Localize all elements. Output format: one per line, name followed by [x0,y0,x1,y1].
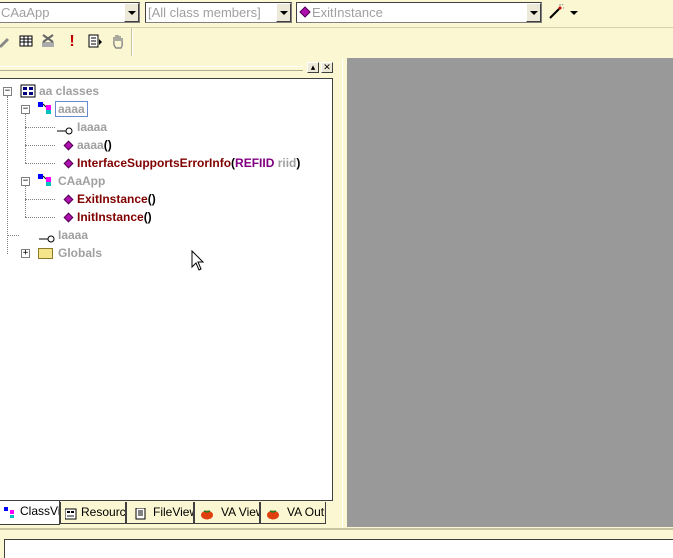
method-icon [63,212,74,223]
tab-va-view[interactable]: VA View [194,502,260,524]
project-icon [20,84,36,101]
list-icon [88,34,102,48]
param-name: riid [277,156,297,170]
tree-line [25,145,55,146]
class-view-tree[interactable]: − aa classes − aaaa Iaaaa aaaa() Interfa… [0,78,333,501]
class-icon [37,173,55,190]
tab-label: VA Outl [287,505,326,519]
mouse-pointer-icon [191,249,205,275]
param-close-paren: ) [296,156,301,170]
output-pane[interactable] [4,539,673,558]
tab-label: VA View [221,505,259,519]
interface-icon [39,232,55,246]
pane-close-button[interactable]: ✕ [321,62,333,73]
tab-label: FileView [153,505,194,519]
chevron-down-icon [570,11,578,15]
tree-method-label: ExitInstance [77,192,148,206]
bottom-separator [0,528,673,530]
remove-breakpoints-button[interactable] [39,33,57,51]
close-icon: ✕ [323,62,331,72]
member-combo[interactable]: ExitInstance [296,2,542,23]
tab-label: Resourc [81,505,126,519]
tree-method-label: aaaa [77,138,104,152]
pencil-icon [0,38,9,48]
class-combo[interactable]: CAaApp [0,2,140,23]
mdi-client-area[interactable] [347,58,673,527]
pane-gripper[interactable] [0,66,303,71]
pane-splitter[interactable] [334,58,347,527]
file-icon [135,506,147,520]
method-parens: () [147,192,156,206]
execute-button[interactable]: ! [63,33,81,51]
toolbar-divider-highlight [132,28,133,56]
tomato-icon [201,506,213,520]
tree-line [25,199,55,200]
method-icon [299,6,311,18]
exclamation-icon: ! [69,33,75,50]
wizard-action-button[interactable] [544,2,580,23]
grid-button[interactable] [17,33,35,51]
class-icon [4,505,16,518]
tab-va-outline[interactable]: VA Outl [260,502,326,524]
pane-maximize-button[interactable]: ▴ [307,62,319,73]
tree-class-label[interactable]: aaaa [55,101,88,117]
tab-resourceview[interactable]: Resourc [60,502,126,524]
tree-interface-label[interactable]: Iaaaa [77,119,107,135]
filter-combo-value: [All class members] [148,5,261,20]
tree-root-label[interactable]: aa classes [39,83,99,99]
filter-combo[interactable]: [All class members] [145,2,292,23]
class-icon [37,101,55,118]
grid-icon [19,35,33,47]
tree-globals-label[interactable]: Globals [58,245,102,261]
expand-toggle[interactable]: + [21,249,30,258]
tree-line [7,235,19,236]
list-button[interactable] [86,33,104,51]
tab-classview[interactable]: ClassVie [0,501,60,525]
tree-method-item[interactable]: aaaa() [77,137,112,153]
tree-line [25,127,55,128]
tree-line [25,163,55,164]
method-parens: () [143,210,152,224]
method-icon [63,158,74,169]
class-combo-value: CAaApp [1,5,50,20]
magic-wand-icon [548,3,564,23]
member-combo-dropdown-button[interactable] [526,3,541,22]
tree-class-label[interactable]: CAaApp [58,173,105,189]
filter-combo-dropdown-button[interactable] [276,3,291,22]
tree-method-item[interactable]: InterfaceSupportsErrorInfo(REFIID riid) [77,155,300,171]
tree-method-label: InterfaceSupportsErrorInfo [77,156,232,170]
folder-icon [38,248,53,259]
method-icon [63,194,74,205]
clear-icon [42,34,54,47]
tab-fileview[interactable]: FileView [126,502,194,524]
resource-icon [64,506,77,520]
hand-button[interactable] [109,33,127,51]
tree-line [25,217,55,218]
method-icon [63,140,74,151]
tree-method-item[interactable]: InitInstance() [77,209,152,225]
pane-tab-strip: ClassVie Resourc FileView VA View VA Out… [0,501,333,527]
tree-interface-label[interactable]: Iaaaa [58,227,88,243]
go-to-definition-button[interactable] [0,33,14,51]
tree-line [7,96,8,254]
member-combo-value: ExitInstance [312,5,383,20]
collapse-toggle[interactable]: − [21,177,30,186]
tree-method-label: InitInstance [77,210,144,224]
interface-icon [57,124,73,138]
tomato-icon [267,506,279,520]
collapse-toggle[interactable]: − [21,105,30,114]
tree-line [25,113,26,163]
tree-line [25,185,26,217]
triangle-up-icon: ▴ [310,62,316,72]
method-parens: () [103,138,112,152]
param-type: REFIID [235,156,275,170]
tree-method-item[interactable]: ExitInstance() [77,191,156,207]
toolbar-separator [0,27,673,28]
tab-label: ClassVie [20,504,59,518]
hand-icon [113,35,124,49]
class-combo-dropdown-button[interactable] [124,3,139,22]
collapse-toggle[interactable]: − [3,87,12,96]
